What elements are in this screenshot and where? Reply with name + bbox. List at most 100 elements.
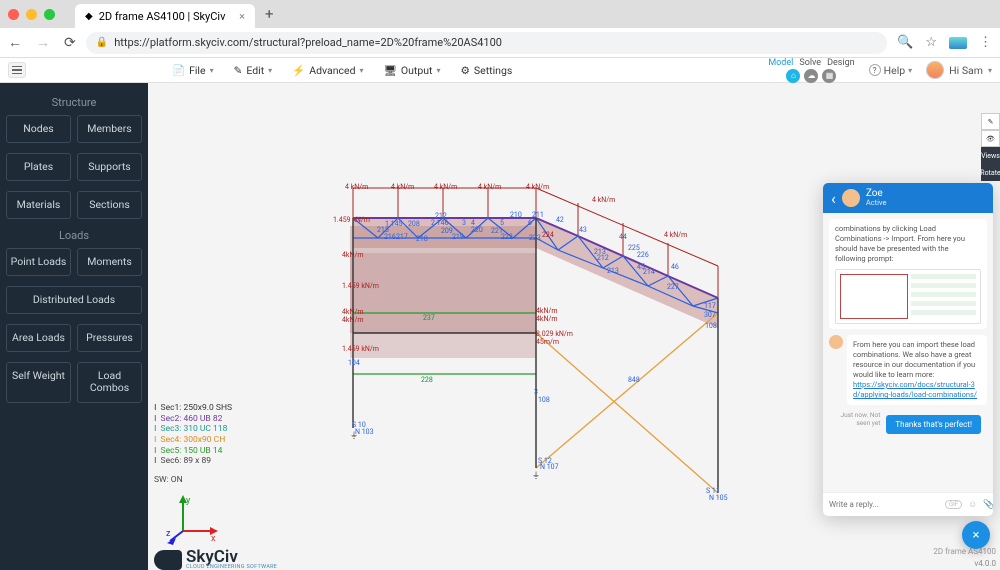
sidebar-btn-supports[interactable]: Supports: [77, 153, 142, 181]
section-legend: ⅠSec1: 250x9.0 SHSⅠSec2: 460 UB 82ⅠSec3:…: [154, 403, 232, 485]
chat-input[interactable]: [829, 500, 939, 509]
attach-icon[interactable]: 📎: [983, 500, 994, 510]
node-label: 210: [510, 211, 522, 219]
avatar-icon: [926, 61, 944, 79]
load-label: 4 kN/m: [664, 231, 687, 239]
member-label: 228: [421, 376, 433, 384]
node-label: 219: [452, 233, 464, 241]
legend-item: ⅠSec5: 150 UB 14: [154, 446, 232, 457]
menu-settings[interactable]: ⚙ Settings: [461, 64, 513, 77]
load-label: 4kN/m: [536, 307, 558, 315]
node-label: 216: [384, 233, 396, 241]
node-label: 212: [435, 212, 447, 220]
agent-avatar-icon: [842, 189, 860, 207]
sidebar-btn-load-combos[interactable]: Load Combos: [77, 362, 142, 402]
node-label: 211: [532, 211, 544, 219]
node-label: 226: [637, 251, 649, 259]
menu-file[interactable]: 📄 File ▾: [172, 64, 214, 77]
svg-text:z: z: [166, 529, 171, 539]
node-label: 214: [643, 268, 655, 276]
sidebar-btn-materials[interactable]: Materials: [6, 191, 71, 219]
legend-item: ⅠSec1: 250x9.0 SHS: [154, 403, 232, 414]
svg-text:⏚: ⏚: [532, 471, 540, 480]
search-addr-icon[interactable]: 🔍: [897, 35, 913, 50]
help-menu[interactable]: ?Help ▾: [869, 64, 913, 77]
node-label: 43: [579, 226, 587, 234]
extension-icon[interactable]: [949, 37, 967, 49]
load-label: 4kN/m: [342, 251, 364, 259]
sidebar-btn-sections[interactable]: Sections: [77, 191, 142, 219]
url-field[interactable]: 🔒 https://platform.skyciv.com/structural…: [86, 32, 887, 54]
menu-advanced[interactable]: ⚡ Advanced ▾: [292, 64, 363, 77]
node-label: 6: [528, 219, 532, 227]
user-menu[interactable]: Hi Sam ▾: [926, 61, 992, 79]
gif-icon[interactable]: GIF: [945, 500, 962, 509]
chat-reply: Thanks that's perfect!: [886, 415, 981, 434]
browser-menu-icon[interactable]: ⋮: [979, 35, 992, 50]
user-greeting: Hi Sam: [949, 64, 983, 77]
menu-output[interactable]: 🖥 Output ▾: [384, 64, 441, 77]
vtool-views[interactable]: Views: [981, 147, 1000, 164]
vtool-rotate[interactable]: Rotate: [981, 164, 1000, 181]
sidebar-btn-nodes[interactable]: Nodes: [6, 115, 71, 143]
chat-message: combinations by clicking Load Combinatio…: [829, 219, 987, 329]
load-label: 4kN/m: [536, 315, 558, 323]
vtool-pencil[interactable]: ✎: [981, 113, 1000, 130]
chat-close-fab[interactable]: ×: [962, 521, 990, 549]
sidebar-btn-moments[interactable]: Moments: [77, 248, 142, 276]
chat-panel: ‹ Zoe Active combinations by clicking Lo…: [823, 183, 993, 516]
sidebar-btn-members[interactable]: Members: [77, 115, 142, 143]
favicon-icon: ◆: [85, 11, 93, 22]
new-tab-button[interactable]: +: [265, 5, 274, 23]
nav-forward-icon: →: [36, 34, 50, 51]
load-label: 45m/m: [536, 338, 559, 346]
sidebar-btn-pressures[interactable]: Pressures: [77, 324, 142, 352]
close-window-icon[interactable]: [8, 9, 19, 20]
reload-icon[interactable]: ⟳: [64, 35, 76, 51]
node-label: 42: [556, 216, 564, 224]
load-label: 1.459 kN/m: [333, 216, 370, 224]
maximize-window-icon[interactable]: [44, 9, 55, 20]
node-label: 217: [396, 233, 408, 241]
nav-back-icon[interactable]: ←: [8, 34, 22, 51]
emoji-icon[interactable]: ☺: [968, 499, 977, 510]
mode-design[interactable]: Design: [827, 58, 855, 68]
node-label: 2 146: [431, 219, 448, 227]
macos-title-bar: ◆ 2D frame AS4100 | SkyCiv × +: [0, 0, 1000, 28]
hamburger-menu[interactable]: [8, 62, 26, 78]
app-version: v4.0.0: [974, 559, 996, 568]
doc-link[interactable]: https://skyciv.com/docs/structural-3d/ap…: [853, 380, 977, 399]
sidebar-btn-area-loads[interactable]: Area Loads: [6, 324, 71, 352]
bookmark-icon[interactable]: ☆: [925, 35, 937, 50]
node-label: 108: [705, 322, 717, 330]
browser-tab[interactable]: ◆ 2D frame AS4100 | SkyCiv ×: [75, 4, 255, 28]
chat-back-icon[interactable]: ‹: [831, 189, 836, 208]
load-label: 4 kN/m: [526, 183, 549, 191]
load-label: 1.459 kN/m: [342, 282, 379, 290]
vtool-visibility[interactable]: 👁: [981, 130, 1000, 147]
tab-strip: ◆ 2D frame AS4100 | SkyCiv × +: [75, 0, 274, 28]
load-label: 224: [542, 231, 554, 239]
node-label: 5: [500, 219, 504, 227]
node-label: 223: [529, 234, 541, 242]
chat-screenshot: [835, 269, 981, 324]
sidebar-section-title: Loads: [6, 229, 142, 242]
load-label: 4kN/m: [342, 316, 364, 324]
mode-solve[interactable]: Solve: [799, 58, 821, 68]
node-label: N 107: [540, 463, 559, 471]
sidebar-btn-self-weight[interactable]: Self Weight: [6, 362, 71, 402]
node-label: N 105: [709, 494, 728, 502]
chat-body[interactable]: combinations by clicking Load Combinatio…: [823, 213, 993, 492]
close-tab-icon[interactable]: ×: [239, 10, 245, 23]
sidebar-btn-plates[interactable]: Plates: [6, 153, 71, 181]
agent-avatar-icon: [829, 335, 843, 349]
load-label: 8.029 kN/m: [536, 330, 573, 338]
mode-switcher[interactable]: Model Solve Design ⌂☁▦: [768, 58, 854, 83]
node-label: 227: [667, 283, 679, 291]
sidebar-btn-point-loads[interactable]: Point Loads: [6, 248, 71, 276]
sidebar-btn-distributed-loads[interactable]: Distributed Loads: [6, 286, 142, 314]
menu-edit[interactable]: ✎ Edit ▾: [234, 64, 273, 77]
mode-model[interactable]: Model: [768, 58, 793, 68]
chat-input-bar: GIF ☺ 📎: [823, 492, 993, 516]
minimize-window-icon[interactable]: [26, 9, 37, 20]
